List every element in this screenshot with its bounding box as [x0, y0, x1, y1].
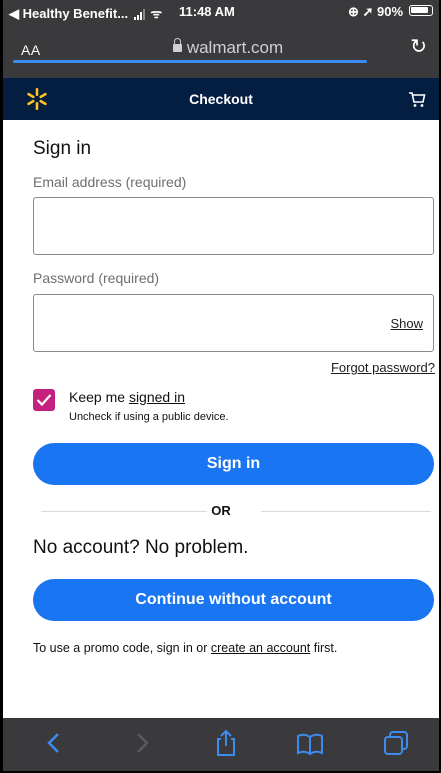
browser-toolbar	[3, 718, 439, 771]
password-label: Password (required)	[33, 270, 160, 286]
sign-in-button[interactable]: Sign in	[33, 443, 434, 485]
text-size-button[interactable]: AA	[21, 42, 41, 58]
keep-signed-in-checkbox[interactable]	[33, 389, 55, 411]
reload-icon[interactable]: ↻	[410, 34, 427, 59]
checkmark-icon	[36, 394, 52, 407]
show-password-button[interactable]: Show	[390, 316, 423, 331]
status-bar: ◀ Healthy Benefit... ᯤ 11:48 AM ⊕ ➚ 90%	[3, 0, 439, 22]
sign-in-heading: Sign in	[33, 138, 92, 159]
phone-screen: ◀ Healthy Benefit... ᯤ 11:48 AM ⊕ ➚ 90% …	[3, 0, 439, 771]
tabs-icon[interactable]	[381, 728, 411, 758]
keep-signed-in-label: Keep me signed in	[69, 389, 185, 405]
walmart-header: Checkout	[3, 78, 439, 120]
browser-chrome: ◀ Healthy Benefit... ᯤ 11:48 AM ⊕ ➚ 90% …	[3, 0, 439, 78]
battery-icon	[409, 5, 433, 16]
share-icon[interactable]	[211, 728, 241, 758]
signed-in-link[interactable]: signed in	[129, 389, 185, 405]
promo-note: To use a promo code, sign in or create a…	[33, 641, 338, 655]
forward-chevron-icon[interactable]	[127, 728, 157, 758]
forgot-password-link[interactable]: Forgot password?	[331, 360, 435, 375]
back-to-app-link[interactable]: ◀ Healthy Benefit... ᯤ	[9, 4, 162, 22]
password-field[interactable]: Show	[33, 294, 434, 352]
cart-icon[interactable]	[407, 89, 427, 109]
email-label: Email address (required)	[33, 174, 187, 190]
public-device-hint: Uncheck if using a public device.	[69, 411, 229, 423]
clock: 11:48 AM	[179, 4, 235, 19]
url-text: walmart.com	[186, 38, 284, 57]
page-title: Checkout	[189, 91, 253, 107]
no-account-heading: No account? No problem.	[33, 537, 249, 558]
email-field[interactable]	[33, 197, 434, 255]
bookmarks-icon[interactable]	[295, 728, 325, 758]
divider-right	[261, 511, 431, 512]
signal-icon	[133, 9, 145, 21]
continue-without-account-button[interactable]: Continue without account	[33, 579, 434, 621]
page-load-progress	[13, 60, 367, 63]
url-field[interactable]: walmart.com	[133, 38, 323, 58]
battery-percent: ⊕ ➚ 90%	[347, 4, 403, 19]
create-account-link[interactable]: create an account	[211, 641, 310, 655]
lock-icon	[172, 38, 182, 52]
wifi-icon: ᯤ	[150, 6, 163, 21]
back-chevron-icon[interactable]	[39, 728, 69, 758]
